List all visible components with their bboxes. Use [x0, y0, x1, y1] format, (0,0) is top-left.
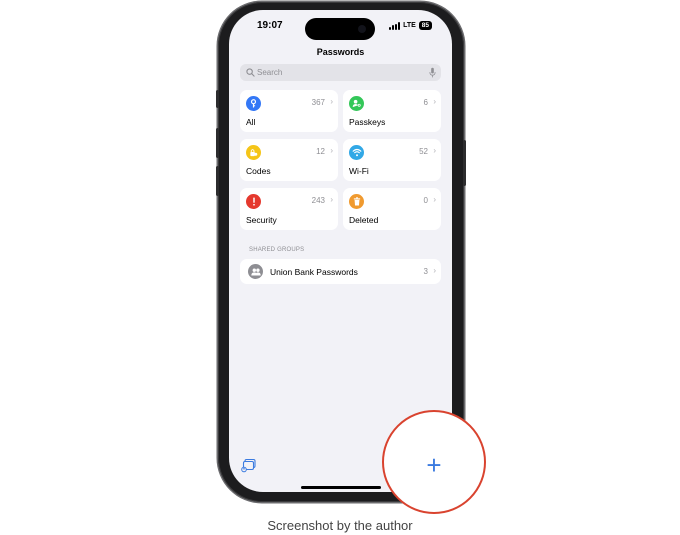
category-label: All	[246, 117, 256, 127]
volume-down-button	[216, 166, 219, 196]
action-button	[216, 90, 219, 108]
trash-icon	[349, 194, 364, 209]
category-label: Passkeys	[349, 117, 386, 127]
category-label: Wi-Fi	[349, 166, 369, 176]
chevron-right-icon: ›	[433, 97, 436, 106]
dynamic-island	[305, 18, 375, 40]
power-button	[463, 140, 466, 186]
group-folder-icon[interactable]	[241, 457, 257, 473]
people-icon	[248, 264, 263, 279]
exclamation-icon	[246, 194, 261, 209]
page-title: Passwords	[316, 47, 365, 57]
shared-group-row[interactable]: Union Bank Passwords 3 ›	[240, 259, 441, 284]
network-type: LTE	[403, 22, 416, 29]
add-button[interactable]: +	[422, 452, 446, 478]
chevron-right-icon: ›	[433, 146, 436, 155]
person-key-icon	[349, 96, 364, 111]
category-card-passkeys[interactable]: 6 › Passkeys	[343, 90, 441, 132]
search-input[interactable]: Search	[240, 64, 441, 81]
shared-group-label: Union Bank Passwords	[270, 267, 358, 277]
category-count: 0	[423, 196, 428, 205]
wifi-icon	[349, 145, 364, 160]
category-label: Codes	[246, 166, 271, 176]
category-count: 6	[423, 98, 428, 107]
category-card-security[interactable]: 243 › Security	[240, 188, 338, 230]
category-card-codes[interactable]: 12 › Codes	[240, 139, 338, 181]
status-time: 19:07	[257, 20, 283, 31]
category-label: Security	[246, 215, 277, 225]
chevron-right-icon: ›	[433, 195, 436, 204]
key-icon	[246, 96, 261, 111]
image-caption: Screenshot by the author	[267, 518, 413, 533]
search-placeholder: Search	[257, 67, 283, 77]
home-indicator	[301, 486, 381, 489]
category-count: 243	[311, 196, 325, 205]
status-indicators: LTE 85	[389, 21, 432, 30]
signal-icon	[389, 21, 401, 30]
microphone-icon[interactable]	[429, 67, 436, 78]
chevron-right-icon: ›	[330, 97, 333, 106]
shared-group-count: 3	[423, 267, 428, 276]
section-header-shared-groups: SHARED GROUPS	[249, 247, 305, 253]
category-count: 52	[419, 147, 428, 156]
category-card-deleted[interactable]: 0 › Deleted	[343, 188, 441, 230]
search-icon	[246, 68, 255, 77]
lock-clock-icon	[246, 145, 261, 160]
chevron-right-icon: ›	[330, 146, 333, 155]
chevron-right-icon: ›	[433, 266, 436, 275]
battery-icon: 85	[418, 21, 432, 30]
volume-up-button	[216, 128, 219, 158]
category-card-wifi[interactable]: 52 › Wi-Fi	[343, 139, 441, 181]
chevron-right-icon: ›	[330, 195, 333, 204]
category-card-all[interactable]: 367 › All	[240, 90, 338, 132]
category-label: Deleted	[349, 215, 379, 225]
category-count: 367	[311, 98, 325, 107]
category-count: 12	[316, 147, 325, 156]
